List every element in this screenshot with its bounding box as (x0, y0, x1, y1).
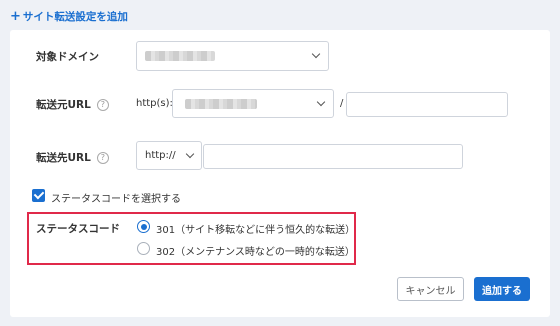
status-302-label[interactable]: 302（メンテナンス時などの一時的な転送） (156, 243, 355, 258)
status-301-label[interactable]: 301（サイト移転などに伴う恒久的な転送） (156, 221, 355, 236)
source-path-input[interactable] (346, 92, 508, 117)
status-code-checkbox[interactable] (32, 189, 45, 202)
forwarding-settings-panel (10, 30, 550, 317)
target-url-label-text: 転送先URL (36, 152, 91, 164)
domain-select[interactable] (136, 41, 329, 71)
domain-label: 対象ドメイン (36, 49, 99, 64)
status-301-radio[interactable] (137, 220, 150, 233)
target-url-label: 転送先URL ? (36, 150, 109, 165)
source-domain-select[interactable] (172, 89, 334, 118)
source-url-label-text: 転送元URL (36, 99, 91, 111)
add-button[interactable]: 追加する (474, 277, 530, 301)
chevron-down-icon (311, 49, 321, 59)
path-separator: / (340, 98, 344, 109)
plus-icon: + (10, 8, 21, 24)
status-code-label: ステータスコード (36, 221, 120, 236)
target-url-input[interactable] (203, 144, 463, 169)
target-protocol-select[interactable]: http:// (136, 141, 202, 170)
domain-value-redacted (145, 51, 215, 61)
chevron-down-icon (316, 97, 326, 107)
source-url-label: 転送元URL ? (36, 97, 109, 112)
add-site-forwarding-label: サイト転送設定を追加 (22, 11, 128, 23)
chevron-down-icon (185, 149, 195, 159)
domain-label-text: 対象ドメイン (36, 51, 99, 63)
add-site-forwarding-link[interactable]: + サイト転送設定を追加 (10, 9, 128, 24)
status-code-checkbox-label[interactable]: ステータスコードを選択する (51, 190, 181, 205)
help-icon[interactable]: ? (96, 151, 109, 164)
cancel-button[interactable]: キャンセル (397, 277, 464, 301)
status-302-radio[interactable] (137, 242, 150, 255)
source-domain-value-redacted (185, 99, 257, 109)
status-code-label-text: ステータスコード (36, 223, 120, 235)
target-protocol-value: http:// (145, 150, 176, 161)
help-icon[interactable]: ? (96, 98, 109, 111)
